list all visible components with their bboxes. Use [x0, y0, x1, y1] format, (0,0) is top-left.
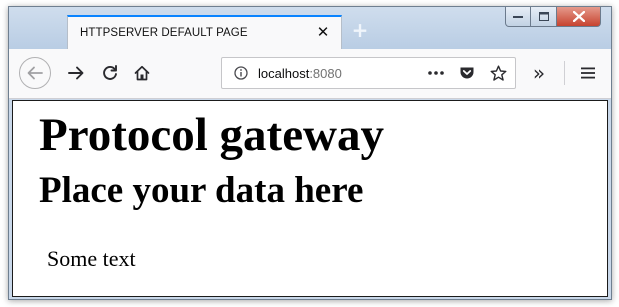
tab-title: HTTPSERVER DEFAULT PAGE — [80, 27, 248, 39]
maximize-button[interactable] — [531, 7, 557, 27]
url-bar[interactable]: localhost:8080 — [221, 57, 516, 89]
close-window-button[interactable] — [557, 7, 601, 27]
forward-arrow-icon — [68, 66, 84, 80]
navigation-toolbar: localhost:8080 » — [9, 49, 611, 99]
toolbar-separator — [564, 61, 565, 85]
hamburger-menu-icon — [581, 67, 595, 79]
tab-close-icon[interactable]: ✕ — [313, 22, 333, 42]
maximize-icon — [538, 12, 549, 21]
back-arrow-icon — [27, 66, 43, 80]
chevron-double-right-icon: » — [532, 61, 546, 85]
tab-strip: HTTPSERVER DEFAULT PAGE ✕ + — [9, 7, 611, 49]
home-button[interactable] — [129, 60, 155, 86]
page-actions-icon[interactable] — [425, 62, 447, 84]
browser-window: HTTPSERVER DEFAULT PAGE ✕ + localhost:80… — [8, 6, 612, 300]
close-icon — [572, 11, 585, 22]
star-icon[interactable] — [487, 62, 509, 84]
minimize-icon — [513, 15, 523, 18]
page-content: Protocol gateway Place your data here So… — [12, 100, 608, 297]
pocket-icon[interactable] — [456, 62, 478, 84]
url-port: :8080 — [309, 65, 342, 81]
page-heading: Protocol gateway — [39, 109, 384, 161]
home-icon — [134, 65, 150, 81]
overflow-menu-button[interactable]: » — [526, 60, 552, 86]
minimize-button[interactable] — [505, 7, 531, 27]
tab-active[interactable]: HTTPSERVER DEFAULT PAGE ✕ — [67, 15, 342, 49]
reload-button[interactable] — [97, 60, 123, 86]
new-tab-button[interactable]: + — [349, 18, 371, 42]
page-actions — [425, 62, 509, 84]
reload-icon — [103, 65, 117, 80]
back-button[interactable] — [19, 57, 51, 89]
main-menu-button[interactable] — [575, 60, 601, 86]
window-controls — [505, 7, 601, 27]
url-host: localhost — [258, 65, 310, 81]
page-paragraph: Some text — [47, 246, 136, 271]
page-subheading: Place your data here — [39, 170, 364, 211]
url-text[interactable]: localhost:8080 — [258, 66, 342, 81]
forward-button[interactable] — [63, 60, 89, 86]
info-icon[interactable] — [232, 64, 250, 82]
